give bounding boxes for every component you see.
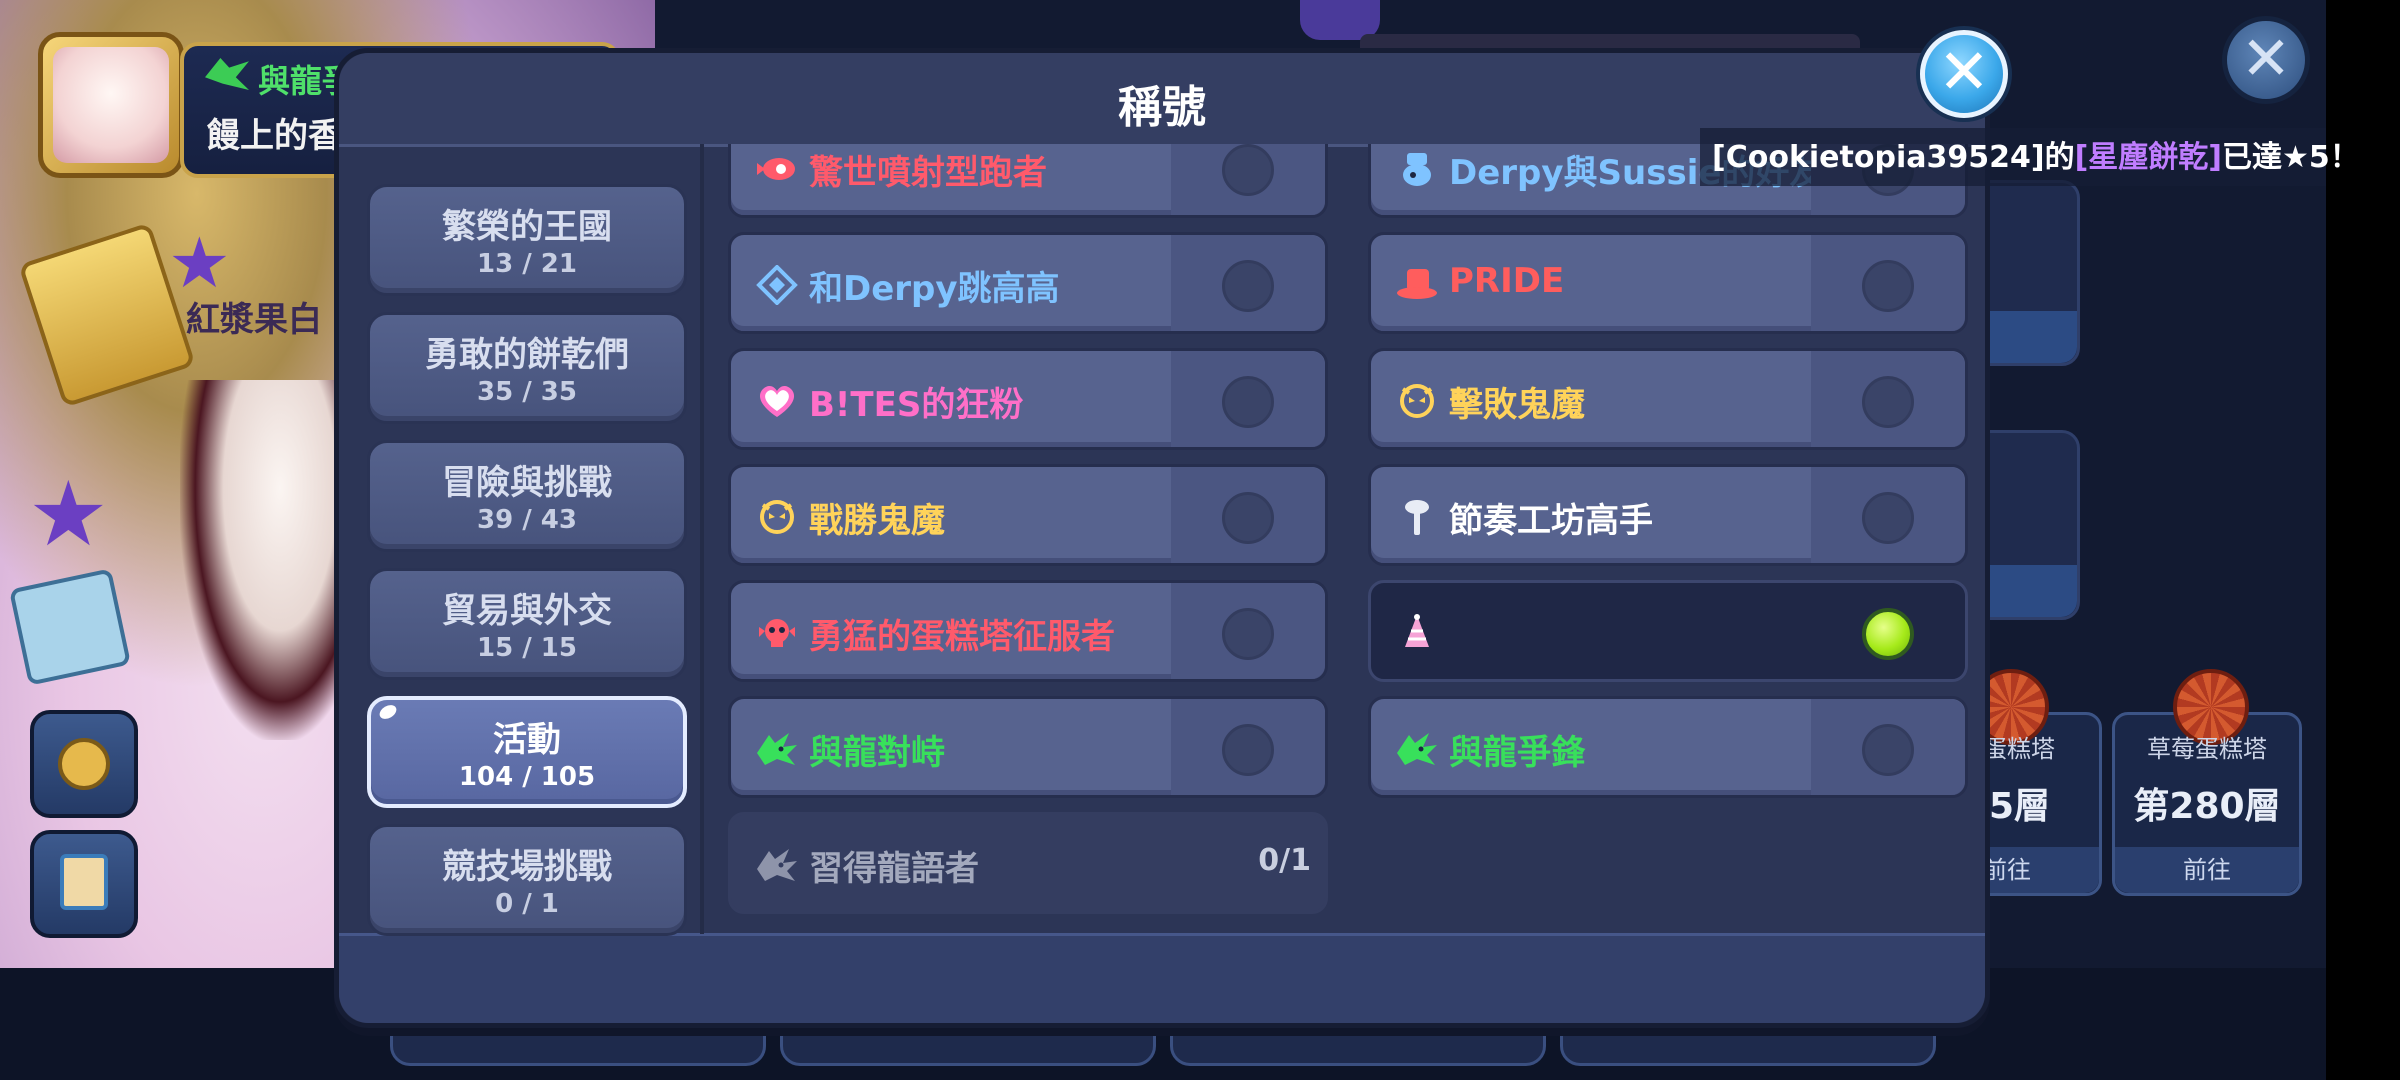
category-count: 0 / 1	[495, 889, 559, 919]
category-count: 39 / 43	[477, 505, 577, 535]
profile-subtitle: 饅上的香	[206, 116, 342, 156]
title-row[interactable]: B!TES的狂粉	[728, 348, 1328, 450]
dragon-icon	[1397, 733, 1437, 765]
close-icon[interactable]: ✕	[2222, 16, 2310, 104]
tower-floor: 第280層	[2133, 786, 2281, 827]
title-label: 習得龍語者	[809, 849, 979, 889]
heart-icon	[759, 385, 795, 417]
title-row[interactable]: 戰勝鬼魔	[728, 464, 1328, 566]
category-count: 35 / 35	[477, 377, 577, 407]
title-label: 和Derpy跳高高	[809, 269, 1060, 309]
sidebar-divider	[700, 144, 704, 934]
select-radio[interactable]	[1862, 260, 1914, 312]
select-radio[interactable]	[1222, 492, 1274, 544]
title-row-selected[interactable]	[1368, 580, 1968, 682]
title-row[interactable]: 與龍對峙	[728, 696, 1328, 798]
title-label: 與龍對峙	[809, 733, 945, 773]
diamond-icon	[756, 265, 798, 305]
star-icon: ★	[28, 462, 109, 567]
top-hat-icon	[1397, 269, 1437, 299]
title-label: PRIDE	[1449, 261, 1565, 301]
category-label: 貿易與外交	[442, 591, 612, 631]
category-label: 繁榮的王國	[442, 207, 612, 247]
title-row[interactable]: 擊敗鬼魔	[1368, 348, 1968, 450]
notice-highlight: [星塵餅乾]	[2074, 140, 2222, 175]
profile-avatar[interactable]	[38, 32, 184, 178]
title-label: 擊敗鬼魔	[1449, 385, 1585, 425]
party-hat-icon	[1405, 614, 1429, 647]
select-radio[interactable]	[1862, 724, 1914, 776]
title-row[interactable]: 節奏工坊高手	[1368, 464, 1968, 566]
dialog-footer	[339, 933, 1985, 1023]
select-radio[interactable]	[1222, 144, 1274, 196]
title-row-locked: 習得龍語者 0/1	[728, 812, 1328, 914]
title-row[interactable]: 驚世噴射型跑者	[728, 144, 1328, 218]
title-label: 戰勝鬼魔	[809, 501, 945, 541]
close-button[interactable]: ✕	[1920, 30, 2008, 118]
notification-text: [Cookietopia39524]的[星塵餅乾]已達★5！	[1712, 132, 2360, 176]
title-row[interactable]: PRIDE	[1368, 232, 1968, 334]
demon-medal-icon	[760, 500, 794, 534]
album-icon	[60, 854, 108, 910]
title-list: 驚世噴射型跑者 Derpy與Sussie的好友 和Derpy跳高高 PRIDE …	[726, 144, 1976, 934]
settings-button[interactable]	[30, 710, 138, 818]
title-label: 驚世噴射型跑者	[809, 153, 1047, 193]
title-label: 與龍爭鋒	[1449, 733, 1585, 773]
title-progress: 0/1	[1258, 843, 1311, 878]
select-radio[interactable]	[1222, 260, 1274, 312]
tower-name: 草莓蛋糕塔	[2147, 735, 2267, 763]
category-brave-cookies[interactable]: 勇敢的餅乾們 35 / 35	[367, 312, 687, 424]
category-sidebar: 繁榮的王國 13 / 21 勇敢的餅乾們 35 / 35 冒險與挑戰 39 / …	[353, 144, 699, 936]
title-row[interactable]: 勇猛的蛋糕塔征服者	[728, 580, 1328, 682]
category-events[interactable]: 活動 104 / 105	[367, 696, 687, 808]
title-row[interactable]: 和Derpy跳高高	[728, 232, 1328, 334]
tower-card[interactable]: 草莓蛋糕塔 第280層 前往	[2112, 669, 2302, 896]
category-count: 15 / 15	[477, 633, 577, 663]
title-label: 勇猛的蛋糕塔征服者	[809, 617, 1115, 657]
demon-medal-icon	[1400, 384, 1434, 418]
category-trade-diplomacy[interactable]: 貿易與外交 15 / 15	[367, 568, 687, 680]
category-label: 冒險與挑戰	[442, 463, 612, 503]
ghost-hat-icon	[1403, 153, 1431, 186]
dialog-title: 稱號	[1118, 82, 1206, 133]
skull-icon	[759, 619, 795, 647]
notice-prefix: [Cookietopia39524]的	[1712, 140, 2075, 175]
category-count: 13 / 21	[477, 249, 577, 279]
gear-icon	[58, 738, 110, 790]
microphone-icon	[1405, 500, 1429, 535]
category-arena-challenge[interactable]: 競技場挑戰 0 / 1	[367, 824, 687, 936]
select-radio[interactable]	[1862, 492, 1914, 544]
category-count: 104 / 105	[458, 762, 596, 792]
dragon-icon	[757, 733, 797, 765]
select-radio[interactable]	[1222, 376, 1274, 428]
tower-go-button[interactable]: 前往	[2115, 847, 2299, 893]
select-radio[interactable]	[1222, 724, 1274, 776]
category-label: 活動	[493, 720, 561, 760]
notice-suffix: 已達★5！	[2222, 140, 2360, 175]
select-radio-checked[interactable]	[1862, 608, 1914, 660]
title-label: 節奏工坊高手	[1449, 501, 1653, 541]
jet-icon	[757, 158, 795, 180]
title-label: B!TES的狂粉	[809, 385, 1024, 425]
category-label: 勇敢的餅乾們	[425, 335, 629, 375]
category-adventure-challenge[interactable]: 冒險與挑戰 39 / 43	[367, 440, 687, 552]
title-row[interactable]: 與龍爭鋒	[1368, 696, 1968, 798]
category-prosperous-kingdom[interactable]: 繁榮的王國 13 / 21	[367, 184, 687, 296]
cookie-caption: 紅漿果白	[186, 300, 322, 340]
album-button[interactable]	[30, 830, 138, 938]
close-icon: ✕	[1938, 35, 1990, 108]
category-label: 競技場挑戰	[442, 847, 612, 887]
select-radio[interactable]	[1862, 376, 1914, 428]
dragon-icon	[757, 849, 797, 881]
select-radio[interactable]	[1222, 608, 1274, 660]
